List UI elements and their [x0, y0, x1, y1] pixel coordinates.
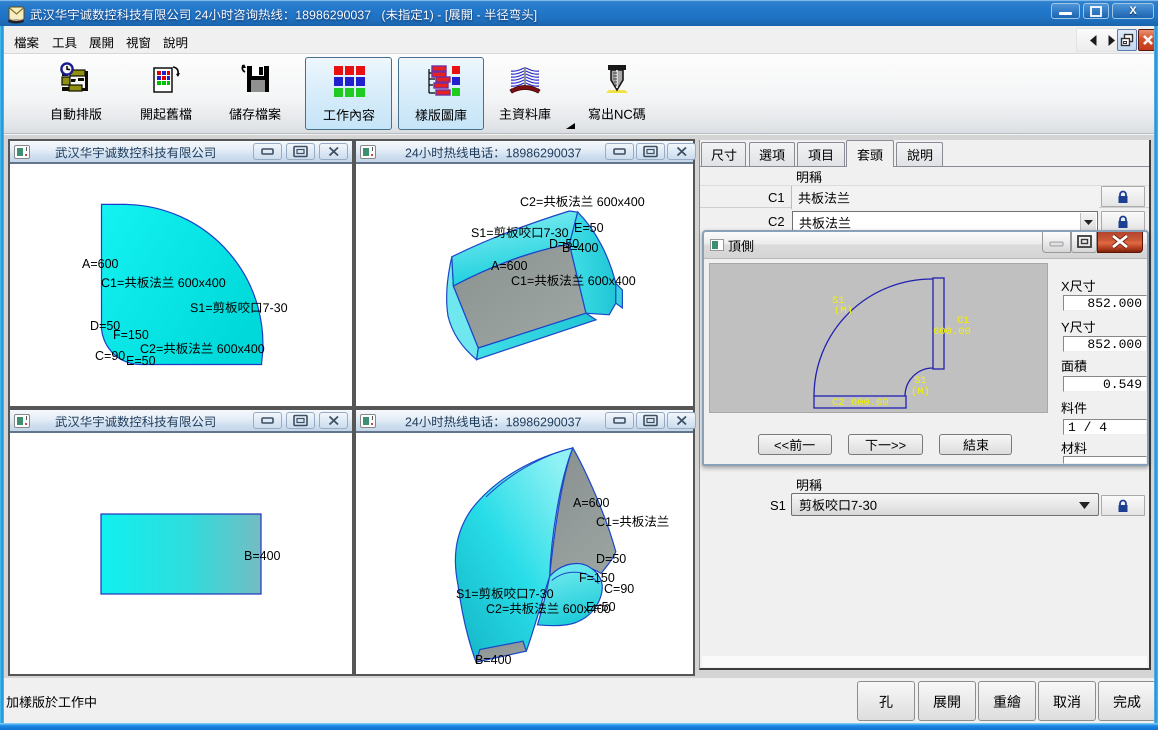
svg-text:D=50: D=50: [596, 552, 626, 566]
svg-text:C=90: C=90: [604, 582, 634, 596]
svg-text:B=400: B=400: [244, 549, 281, 563]
svg-text:F=150: F=150: [113, 328, 149, 342]
svg-text:E=50: E=50: [574, 221, 604, 235]
svg-text:(M): (M): [834, 305, 853, 317]
svg-text:(M): (M): [911, 386, 930, 398]
svg-text:E=50: E=50: [126, 354, 156, 368]
svg-text:B=400: B=400: [562, 241, 599, 255]
svg-text:A=600: A=600: [491, 259, 528, 273]
svg-text:E=50: E=50: [586, 600, 616, 614]
svg-text:C2 600.00: C2 600.00: [832, 397, 889, 409]
svg-text:C=90: C=90: [95, 349, 125, 363]
svg-text:A=600: A=600: [573, 496, 610, 510]
svg-text:A=600: A=600: [82, 257, 119, 271]
svg-text:600.00: 600.00: [933, 326, 971, 338]
svg-text:B=400: B=400: [475, 653, 512, 667]
